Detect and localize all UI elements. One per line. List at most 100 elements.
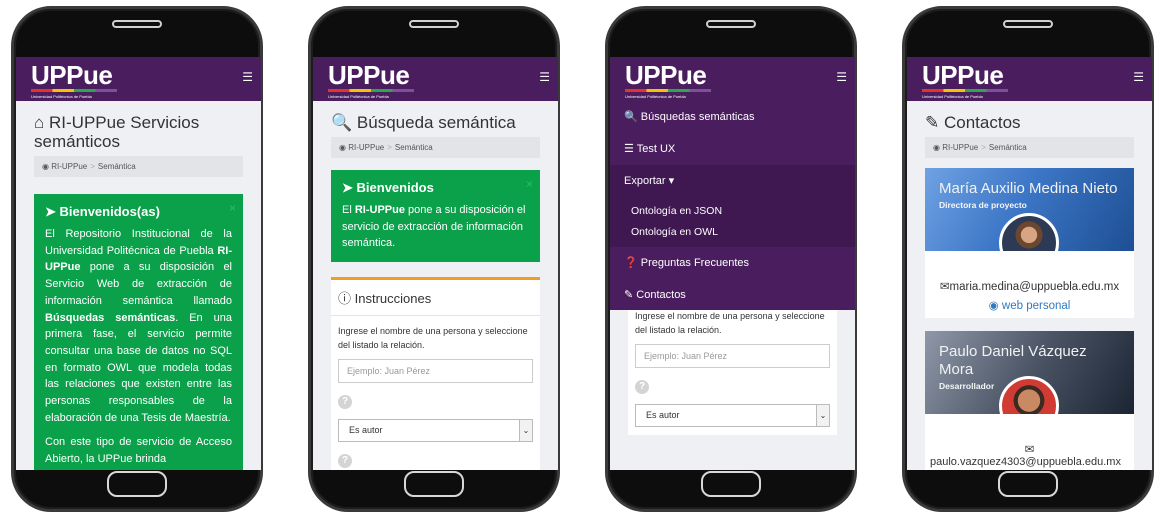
name-search-input[interactable]: Ejemplo: Juan Pérez: [338, 359, 533, 384]
contact-name: Paulo Daniel Vázquez Mora: [939, 343, 1087, 378]
panel-text: Ingrese el nombre de una persona y selec…: [635, 311, 825, 335]
screen-menu-open: Ingrese el nombre de una persona y selec…: [610, 57, 855, 470]
contact-name: María Auxilio Medina Nieto: [939, 180, 1118, 197]
logo-text: UPPue: [625, 60, 707, 90]
phone-speaker: [112, 20, 162, 28]
navbar: UPPue Universidad Politécnica de Puebla …: [16, 57, 261, 101]
logo-subtitle: Universidad Politécnica de Puebla: [31, 94, 92, 99]
info-icon: ⓘ: [338, 291, 352, 307]
phone-home-button: [404, 471, 464, 497]
dashboard-icon: ◉: [933, 143, 940, 152]
logo-text: UPPue: [328, 60, 410, 90]
nav-menu-dropdown: 🔍 Búsquedas semánticas ☰ Test UX Exporta…: [610, 101, 855, 310]
web-personal-link[interactable]: ◉ web personal: [929, 298, 1130, 312]
chevron-down-icon: ⌄: [816, 405, 829, 426]
list-icon: ☰: [624, 143, 634, 155]
phone-frame-1: UPPue Universidad Politécnica de Puebla …: [11, 6, 263, 512]
relation-select[interactable]: Es autor ⌄: [635, 404, 830, 427]
navbar: UPPue Universidad Politécnica de Puebla …: [610, 57, 855, 101]
hamburger-icon[interactable]: ☰: [1133, 70, 1144, 84]
submenu-item-owl[interactable]: Ontología en OWL: [610, 222, 855, 243]
panel-title: ⓘ Instrucciones: [331, 288, 540, 317]
search-icon: 🔍: [624, 111, 638, 123]
uppue-logo[interactable]: UPPue Universidad Politécnica de Puebla: [625, 62, 711, 99]
phone-home-button: [701, 471, 761, 497]
uppue-logo[interactable]: UPPue Universidad Politécnica de Puebla: [922, 62, 1008, 99]
logo-subtitle: Universidad Politécnica de Puebla: [922, 94, 983, 99]
phone-speaker: [409, 20, 459, 28]
instructions-panel: ⓘ Instrucciones Ingrese el nombre de una…: [331, 277, 540, 470]
logo-text: UPPue: [31, 60, 113, 90]
submenu-item-json[interactable]: Ontología en JSON: [610, 201, 855, 222]
avatar: [999, 213, 1059, 251]
caret-down-icon: ▾: [668, 175, 675, 187]
envelope-icon: ✉: [1024, 444, 1035, 456]
breadcrumb-current: Semántica: [97, 162, 136, 171]
menu-item-contactos[interactable]: ✎ Contactos: [610, 279, 855, 311]
page-title: ✎ Contactos: [925, 113, 1021, 132]
instructions-panel: Ingrese el nombre de una persona y selec…: [628, 309, 837, 435]
home-icon: ⌂: [34, 113, 45, 132]
contact-email[interactable]: ✉maria.medina@uppuebla.edu.mx: [929, 279, 1130, 293]
menu-item-busquedas[interactable]: 🔍 Búsquedas semánticas: [610, 101, 855, 133]
phone-frame-2: UPPue Universidad Politécnica de Puebla …: [308, 6, 560, 512]
page-title: 🔍 Búsqueda semántica: [331, 113, 516, 132]
relation-select[interactable]: Es autor ⌄: [338, 419, 533, 443]
hamburger-icon[interactable]: ☰: [836, 70, 847, 84]
alert-title: ➤ Bienvenidos(as): [45, 204, 160, 219]
help-icon[interactable]: ?: [635, 380, 830, 394]
breadcrumb-link[interactable]: RI-UPPue: [51, 162, 87, 171]
alert-paragraph-2: Con este tipo de servicio de Acceso Abie…: [45, 436, 232, 466]
screen-home: UPPue Universidad Politécnica de Puebla …: [16, 57, 261, 470]
breadcrumb-link[interactable]: RI-UPPue: [942, 143, 978, 152]
uppue-logo[interactable]: UPPue Universidad Politécnica de Puebla: [328, 62, 414, 99]
exportar-submenu: Ontología en JSON Ontología en OWL: [610, 197, 855, 247]
contact-card: María Auxilio Medina Nieto Directora de …: [925, 168, 1134, 318]
breadcrumb-link[interactable]: RI-UPPue: [348, 143, 384, 152]
menu-item-exportar[interactable]: Exportar ▾: [610, 165, 855, 197]
panel-text: Ingrese el nombre de una persona y selec…: [338, 326, 528, 351]
breadcrumb: ◉ RI-UPPue > Semántica: [331, 137, 540, 158]
hamburger-icon[interactable]: ☰: [539, 70, 550, 84]
help-icon[interactable]: ?: [338, 395, 533, 410]
close-icon[interactable]: ×: [229, 201, 236, 215]
phone-home-button: [107, 471, 167, 497]
paper-plane-icon: ➤: [45, 204, 56, 219]
envelope-icon: ✉: [939, 281, 950, 293]
phone-home-button: [998, 471, 1058, 497]
contact-card: Paulo Daniel Vázquez Mora Desarrollador …: [925, 331, 1134, 470]
breadcrumb: ◉ RI-UPPue > Semántica: [34, 156, 243, 177]
uppue-logo[interactable]: UPPue Universidad Politécnica de Puebla: [31, 62, 117, 99]
card-banner: María Auxilio Medina Nieto Directora de …: [925, 168, 1134, 251]
name-search-input[interactable]: Ejemplo: Juan Pérez: [635, 344, 830, 368]
phone-frame-3: Ingrese el nombre de una persona y selec…: [605, 6, 857, 512]
menu-item-faq[interactable]: ❓ Preguntas Frecuentes: [610, 247, 855, 279]
search-icon: 🔍: [331, 113, 353, 132]
breadcrumb-current: Semántica: [988, 143, 1027, 152]
page-title: ⌂ RI-UPPue Servicios semánticos: [34, 113, 200, 151]
hamburger-icon[interactable]: ☰: [242, 70, 253, 84]
menu-item-test-ux[interactable]: ☰ Test UX: [610, 133, 855, 165]
chevron-down-icon: ⌄: [519, 420, 532, 442]
screen-search: UPPue Universidad Politécnica de Puebla …: [313, 57, 558, 470]
welcome-alert: × ➤ Bienvenidos El RI-UPPue pone a su di…: [331, 170, 540, 263]
alert-title: ➤ Bienvenidos: [342, 180, 434, 195]
help-icon-2[interactable]: ?: [338, 454, 533, 469]
phone-speaker: [706, 20, 756, 28]
phone-speaker: [1003, 20, 1053, 28]
contact-email[interactable]: paulo.vazquez4303@uppuebla.edu.mx: [921, 456, 1130, 468]
question-circle-icon: ❓: [624, 257, 638, 269]
card-banner: Paulo Daniel Vázquez Mora Desarrollador: [925, 331, 1134, 414]
chrome-icon: ◉: [988, 300, 999, 312]
screen-contacts: UPPue Universidad Politécnica de Puebla …: [907, 57, 1152, 470]
paper-plane-icon: ➤: [342, 180, 353, 195]
logo-subtitle: Universidad Politécnica de Puebla: [328, 94, 389, 99]
contact-role: Directora de proyecto: [939, 200, 1027, 210]
dashboard-icon: ◉: [42, 162, 49, 171]
breadcrumb-current: Semántica: [394, 143, 433, 152]
dashboard-icon: ◉: [339, 143, 346, 152]
navbar: UPPue Universidad Politécnica de Puebla …: [313, 57, 558, 101]
logo-subtitle: Universidad Politécnica de Puebla: [625, 94, 686, 99]
edit-icon: ✎: [624, 289, 634, 301]
close-icon[interactable]: ×: [526, 177, 533, 191]
